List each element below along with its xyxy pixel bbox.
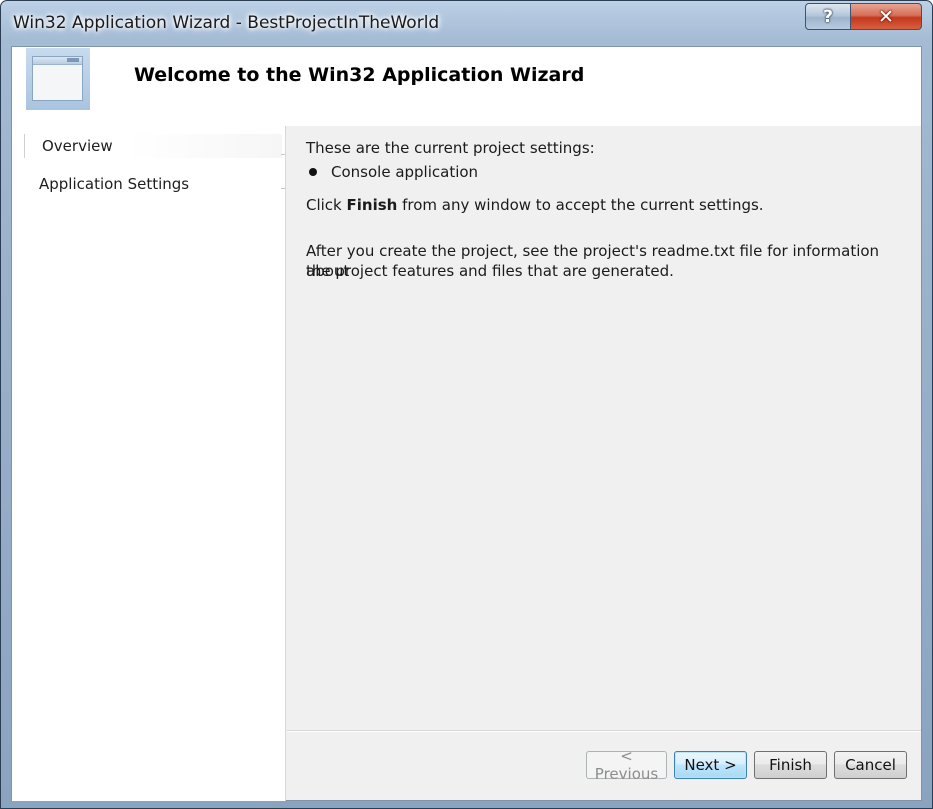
page-title: Welcome to the Win32 Application Wizard [134, 64, 585, 86]
settings-intro: These are the current project settings: [306, 139, 595, 157]
application-window-icon [26, 48, 90, 110]
finish-suffix: from any window to accept the current se… [397, 196, 764, 214]
finish-bold: Finish [346, 196, 398, 214]
window-glyph-controls [67, 58, 79, 62]
window-title: Win32 Application Wizard - BestProjectIn… [13, 13, 440, 33]
bullet-icon [309, 168, 317, 176]
finish-prefix: Click [306, 196, 347, 214]
sidebar-divider [281, 188, 285, 189]
dialog-client-area: Welcome to the Win32 Application Wizard … [11, 46, 922, 801]
finish-button[interactable]: Finish [754, 751, 827, 779]
list-item: Console application [306, 163, 478, 181]
sidebar-item-application-settings[interactable]: Application Settings [39, 173, 189, 195]
help-button[interactable]: ? [805, 3, 851, 30]
next-button[interactable]: Next > [674, 751, 747, 779]
button-separator [287, 730, 921, 732]
cancel-button[interactable]: Cancel [834, 751, 907, 779]
title-bar[interactable]: Win32 Application Wizard - BestProjectIn… [1, 1, 932, 46]
sidebar-divider [281, 154, 285, 155]
setting-value: Console application [331, 163, 479, 181]
close-icon: ✕ [878, 5, 894, 28]
wizard-header: Welcome to the Win32 Application Wizard [12, 47, 921, 126]
wizard-content: These are the current project settings: … [287, 126, 921, 730]
wizard-window: Win32 Application Wizard - BestProjectIn… [0, 0, 933, 809]
help-icon: ? [823, 6, 833, 27]
window-glyph [32, 56, 83, 101]
sidebar-item-overview[interactable]: Overview [24, 134, 282, 158]
wizard-sidebar: Overview Application Settings [12, 126, 286, 801]
readme-note-line2: the project features and files that are … [306, 262, 674, 280]
close-button[interactable]: ✕ [850, 3, 922, 30]
window-glyph-titlebar [33, 57, 82, 65]
previous-button[interactable]: < Previous [586, 747, 667, 783]
finish-instruction: Click Finish from any window to accept t… [306, 195, 764, 215]
